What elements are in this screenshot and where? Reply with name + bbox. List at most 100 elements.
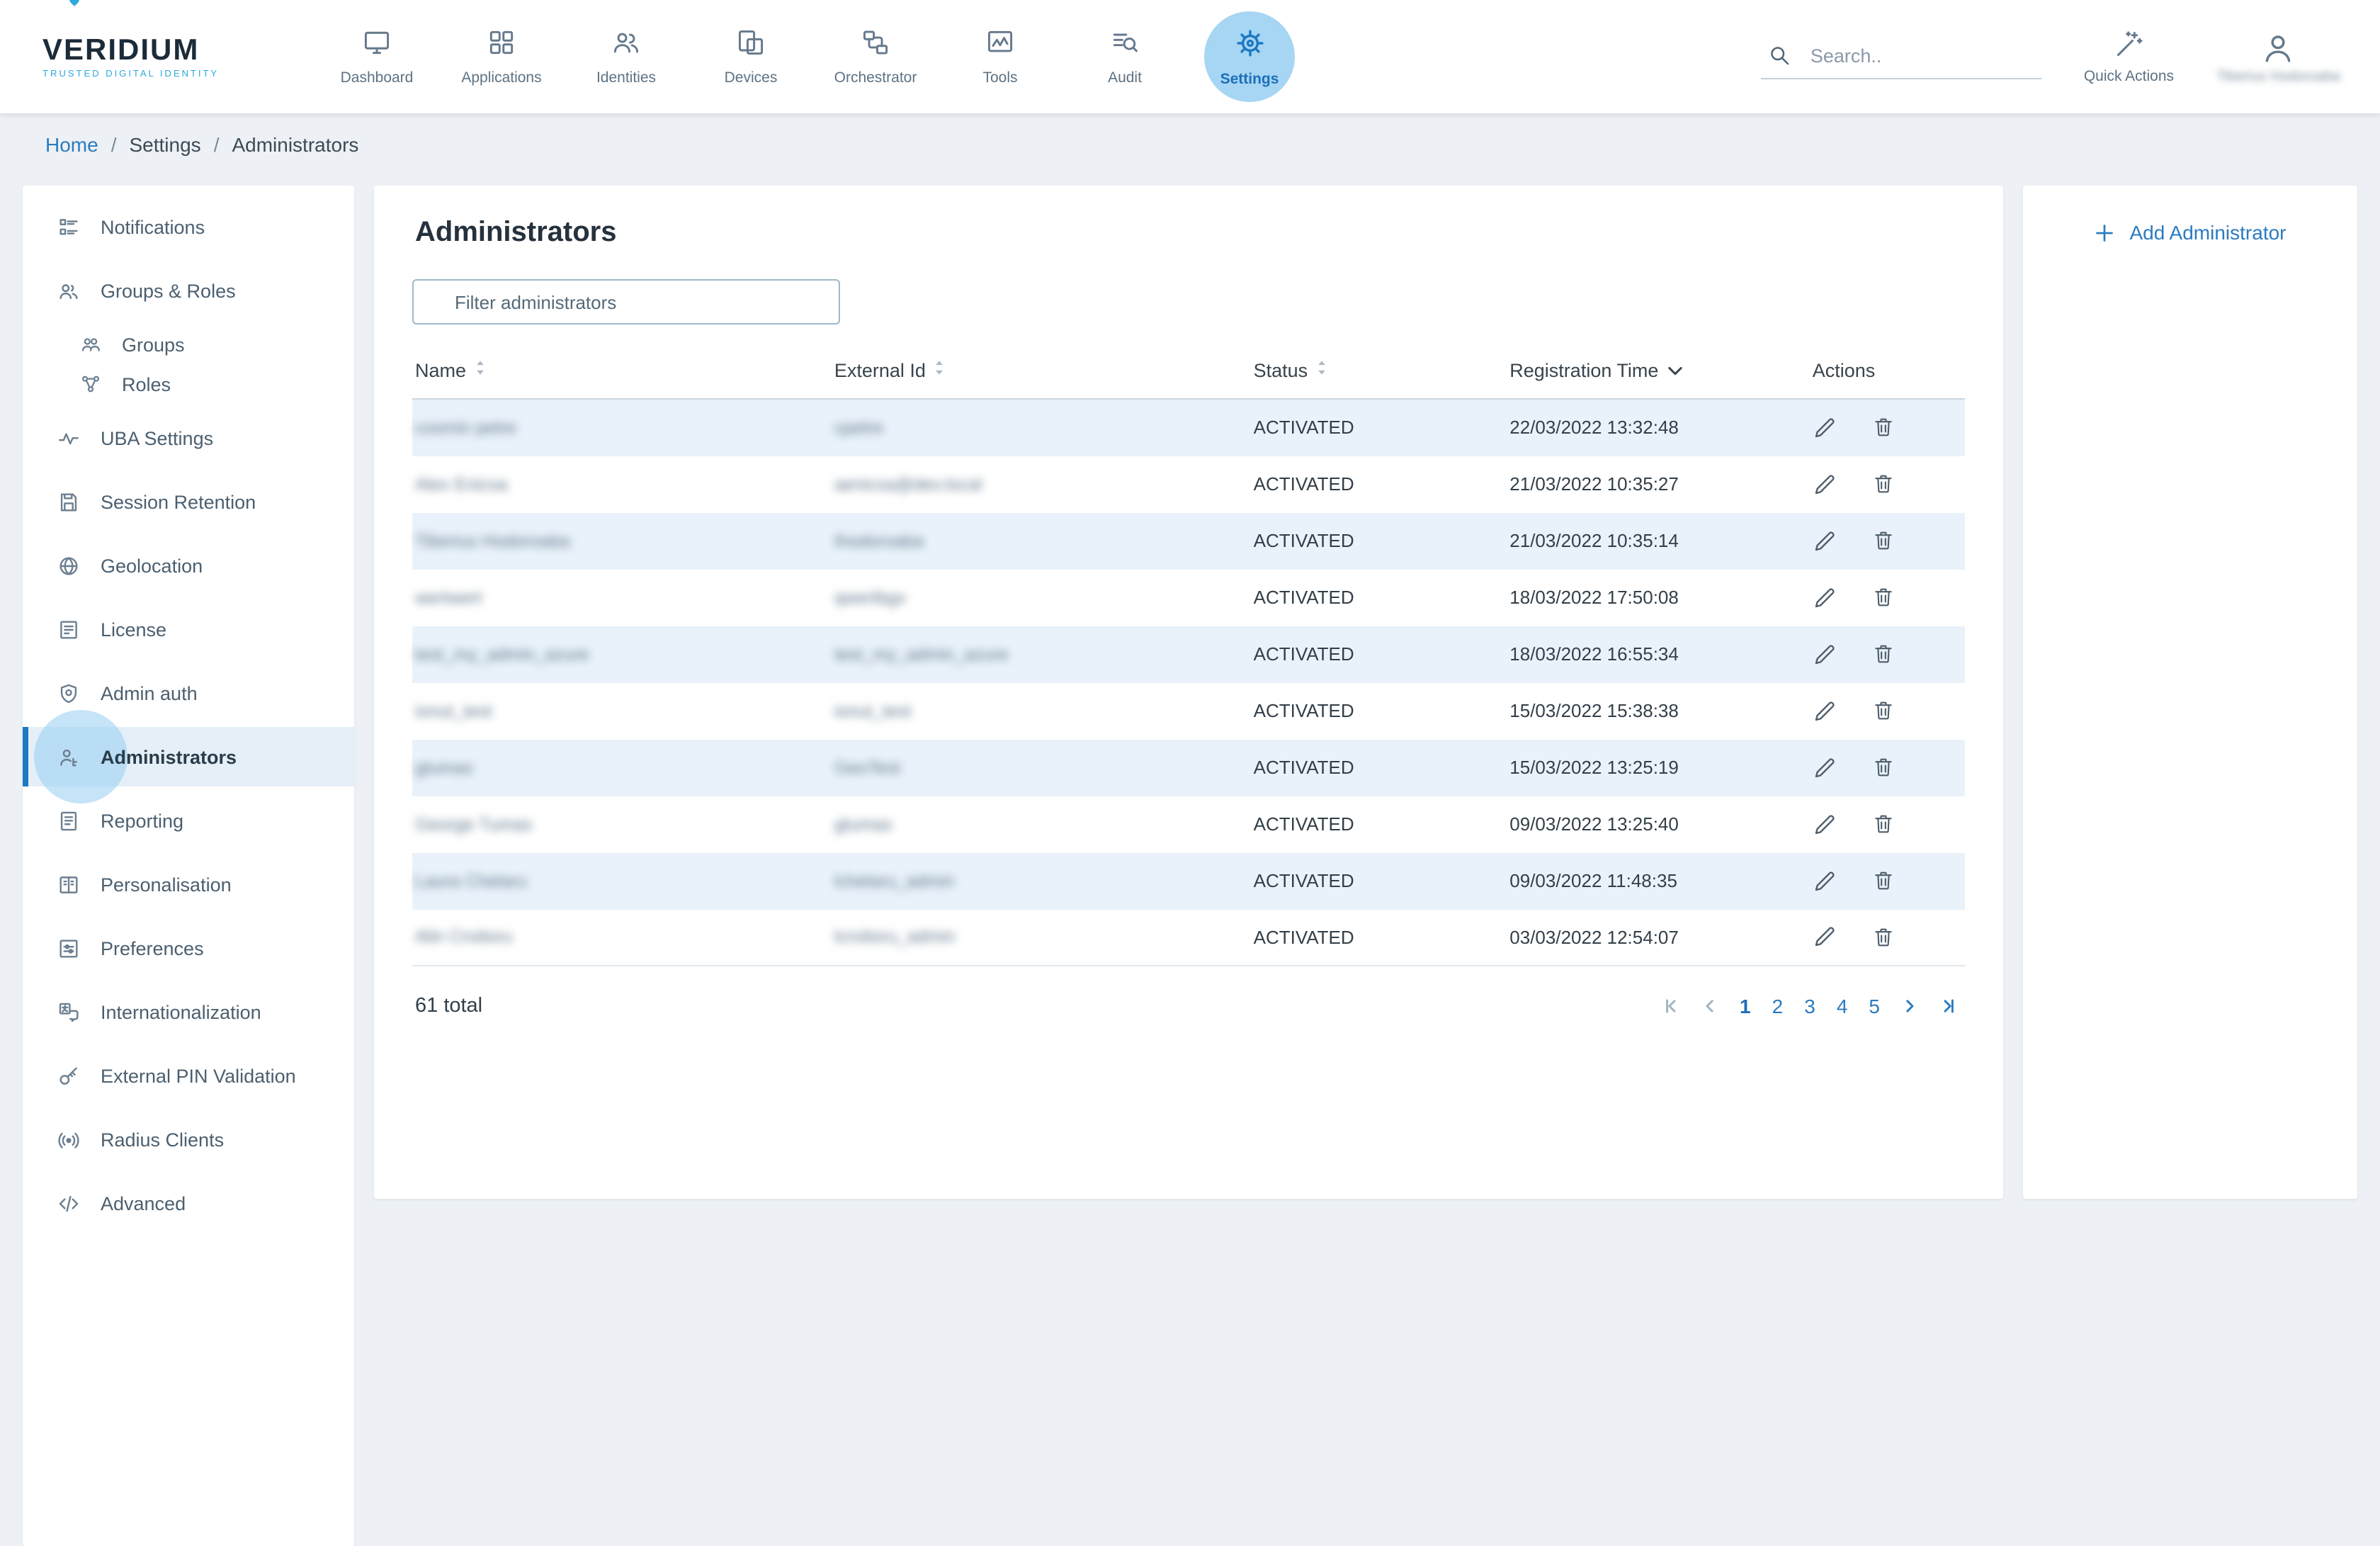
cell-status: ACTIVATED xyxy=(1251,569,1507,626)
breadcrumb-separator: / xyxy=(111,132,117,155)
delete-button[interactable] xyxy=(1872,529,1896,553)
page-title: Administrators xyxy=(415,217,1965,249)
table-row[interactable]: ionut_test ionut_test ACTIVATED 15/03/20… xyxy=(412,682,1965,739)
settings-sidebar: Notifications Groups & Roles Groups Role… xyxy=(23,186,354,1546)
table-row[interactable]: Tiberius Hodoroaba thodoroaba ACTIVATED … xyxy=(412,512,1965,569)
nav-item-identities[interactable]: Identities xyxy=(564,0,688,113)
delete-button[interactable] xyxy=(1872,812,1896,836)
cell-status: ACTIVATED xyxy=(1251,512,1507,569)
sort-icon[interactable] xyxy=(1316,359,1327,381)
sort-icon[interactable] xyxy=(934,359,946,381)
edit-button[interactable] xyxy=(1813,698,1838,723)
column-header-external-id[interactable]: External Id xyxy=(832,346,1251,399)
edit-button[interactable] xyxy=(1813,585,1838,610)
sidebar-item-notifications[interactable]: Notifications xyxy=(23,197,354,256)
sort-icon[interactable] xyxy=(475,359,486,381)
cell-registration-time: 21/03/2022 10:35:27 xyxy=(1507,456,1809,512)
nav-item-tools[interactable]: Tools xyxy=(938,0,1062,113)
breadcrumb-home[interactable]: Home xyxy=(45,132,98,155)
column-header-status[interactable]: Status xyxy=(1251,346,1507,399)
delete-button[interactable] xyxy=(1872,585,1896,609)
page-button-4[interactable]: 4 xyxy=(1831,992,1854,1020)
sidebar-item-radius-clients[interactable]: Radius Clients xyxy=(23,1110,354,1169)
filter-administrators-input[interactable] xyxy=(412,279,840,325)
top-navigation-bar: VERIDIUM TRUSTED DIGITAL IDENTITY Dashbo… xyxy=(0,0,2380,113)
sidebar-item-roles[interactable]: Roles xyxy=(23,364,354,404)
nav-item-devices[interactable]: Devices xyxy=(688,0,813,113)
nav-item-settings[interactable]: Settings xyxy=(1187,0,1312,113)
delete-button[interactable] xyxy=(1872,642,1896,666)
last-page-button[interactable] xyxy=(1934,992,1962,1020)
page-button-1[interactable]: 1 xyxy=(1734,992,1757,1020)
delete-button[interactable] xyxy=(1872,472,1896,496)
sidebar-item-session-retention[interactable]: Session Retention xyxy=(23,472,354,531)
edit-button[interactable] xyxy=(1813,925,1838,950)
next-page-button[interactable] xyxy=(1896,992,1924,1020)
cell-name: Tiberius Hodoroaba xyxy=(412,512,832,569)
sidebar-item-internationalization[interactable]: Internationalization xyxy=(23,982,354,1042)
delete-button[interactable] xyxy=(1872,755,1896,779)
sidebar-item-groups[interactable]: Groups xyxy=(23,325,354,364)
cell-registration-time: 03/03/2022 12:54:07 xyxy=(1507,909,1809,966)
delete-button[interactable] xyxy=(1872,416,1896,440)
sidebar-item-advanced[interactable]: Advanced xyxy=(23,1173,354,1233)
cell-registration-time: 21/03/2022 10:35:14 xyxy=(1507,512,1809,569)
table-row[interactable]: Laura Chelaru lchelaru_admin ACTIVATED 0… xyxy=(412,852,1965,909)
sidebar-item-license[interactable]: License xyxy=(23,599,354,659)
sidebar-item-personalisation[interactable]: Personalisation xyxy=(23,854,354,914)
sidebar-item-reporting[interactable]: Reporting xyxy=(23,791,354,850)
search-box xyxy=(1761,34,2041,79)
nav-item-dashboard[interactable]: Dashboard xyxy=(314,0,439,113)
sidebar-item-uba-settings[interactable]: UBA Settings xyxy=(23,408,354,468)
edit-button[interactable] xyxy=(1813,868,1838,893)
sidebar-item-geolocation[interactable]: Geolocation xyxy=(23,536,354,595)
edit-button[interactable] xyxy=(1813,755,1838,780)
prev-page-button[interactable] xyxy=(1696,992,1724,1020)
search-input[interactable] xyxy=(1808,43,2020,67)
sidebar-item-groups-roles[interactable]: Groups & Roles xyxy=(23,261,354,320)
brand-name: VERIDIUM xyxy=(42,35,266,64)
table-row[interactable]: Alin Croitoru lcroitoru_admin ACTIVATED … xyxy=(412,909,1965,966)
delete-button[interactable] xyxy=(1872,699,1896,723)
delete-button[interactable] xyxy=(1872,869,1896,893)
table-row[interactable]: wertwert qwertbgv ACTIVATED 18/03/2022 1… xyxy=(412,569,1965,626)
page-button-3[interactable]: 3 xyxy=(1798,992,1821,1020)
devices-icon xyxy=(735,27,766,58)
nav-item-applications[interactable]: Applications xyxy=(439,0,564,113)
nav-item-orchestrator[interactable]: Orchestrator xyxy=(813,0,938,113)
page-button-2[interactable]: 2 xyxy=(1767,992,1789,1020)
table-row[interactable]: gtumas GeoTest ACTIVATED 15/03/2022 13:2… xyxy=(412,739,1965,796)
user-menu[interactable]: Tiberius Hodoroaba xyxy=(2216,29,2340,84)
table-row[interactable]: cosmin petre cpetre ACTIVATED 22/03/2022… xyxy=(412,399,1965,456)
add-administrator-button[interactable]: Add Administrator xyxy=(2095,221,2286,244)
cell-external-id: gtumas xyxy=(832,796,1251,852)
first-page-button[interactable] xyxy=(1658,992,1686,1020)
table-row[interactable]: Alex Enicsa aenicsa@dev.local ACTIVATED … xyxy=(412,456,1965,512)
sidebar-item-preferences[interactable]: Preferences xyxy=(23,918,354,978)
sidebar-item-external-pin-validation[interactable]: External PIN Validation xyxy=(23,1046,354,1105)
column-header-registration-time[interactable]: Registration Time xyxy=(1507,346,1809,399)
edit-button[interactable] xyxy=(1813,415,1838,441)
edit-button[interactable] xyxy=(1813,528,1838,553)
column-header-name[interactable]: Name xyxy=(412,346,832,399)
page-button-5[interactable]: 5 xyxy=(1863,992,1886,1020)
cell-name: cosmin petre xyxy=(412,399,832,456)
edit-button[interactable] xyxy=(1813,641,1838,667)
delete-button[interactable] xyxy=(1872,925,1896,949)
dashboard-icon xyxy=(361,27,392,58)
table-row[interactable]: test_my_admin_azure test_my_admin_azure … xyxy=(412,626,1965,682)
cell-status: ACTIVATED xyxy=(1251,399,1507,456)
cell-external-id: lchelaru_admin xyxy=(832,852,1251,909)
cell-external-id: lcroitoru_admin xyxy=(832,909,1251,966)
sidebar-item-administrators[interactable]: Administrators xyxy=(23,727,354,786)
nav-item-audit[interactable]: Audit xyxy=(1062,0,1187,113)
sort-desc-icon[interactable] xyxy=(1667,359,1682,380)
cell-name: Alex Enicsa xyxy=(412,456,832,512)
table-row[interactable]: George Tumas gtumas ACTIVATED 09/03/2022… xyxy=(412,796,1965,852)
edit-button[interactable] xyxy=(1813,811,1838,837)
edit-button[interactable] xyxy=(1813,471,1838,497)
breadcrumb-settings[interactable]: Settings xyxy=(130,132,201,155)
quick-actions-button[interactable]: Quick Actions xyxy=(2084,28,2174,85)
cell-external-id: test_my_admin_azure xyxy=(832,626,1251,682)
veridium-logo[interactable]: VERIDIUM TRUSTED DIGITAL IDENTITY xyxy=(42,35,266,79)
